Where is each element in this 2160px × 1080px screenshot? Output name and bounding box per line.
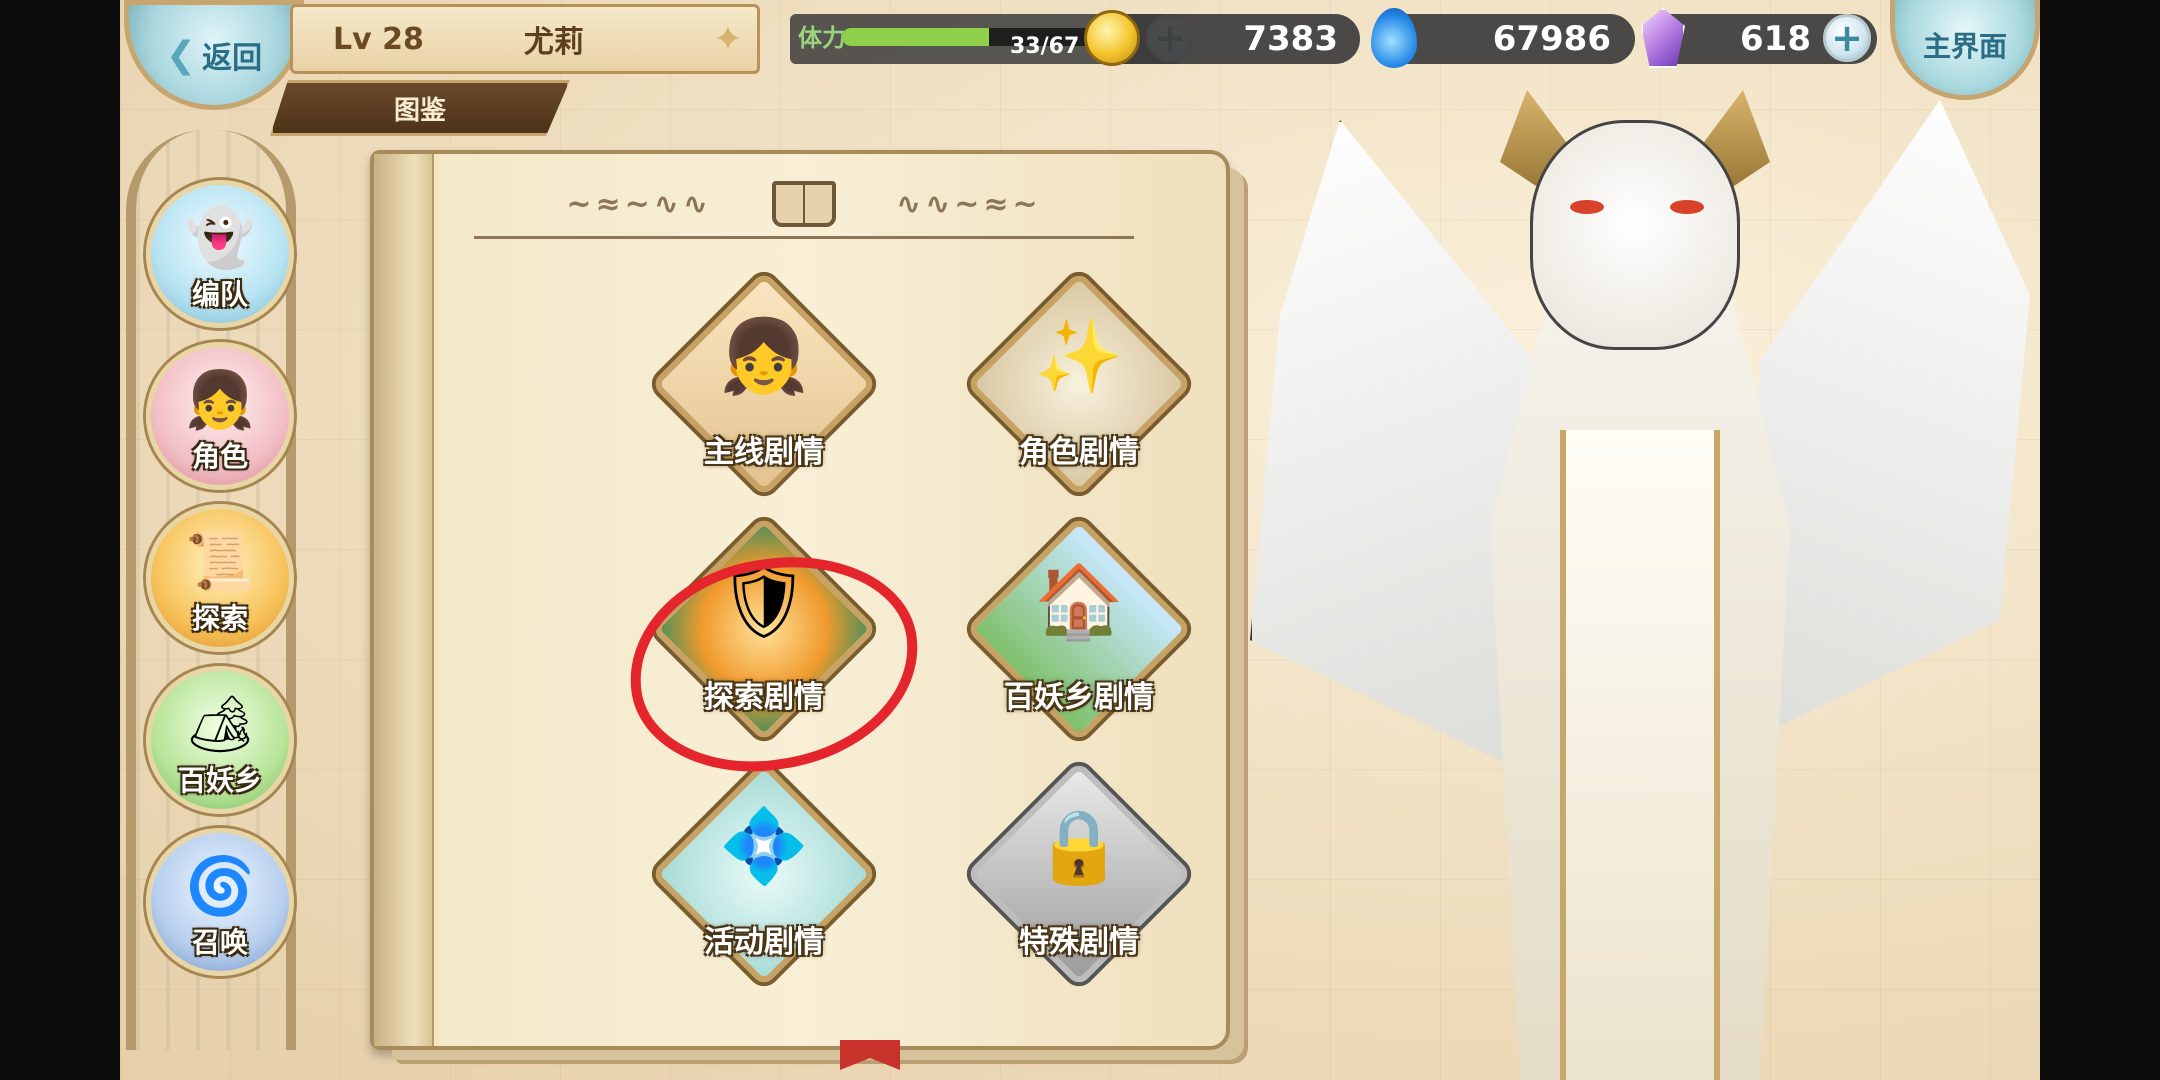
nav-explore-button[interactable]: 📜 探索 <box>146 504 294 652</box>
character-head <box>1530 120 1740 350</box>
nav-team-label: 编队 <box>191 278 248 311</box>
stamina-label: 体力 <box>798 24 846 52</box>
gold-counter: 7383 <box>1084 10 1360 66</box>
right-black-bar <box>2040 0 2160 1080</box>
top-bar: ❮ 返回 Lv 28 尤莉 ✦ 图鉴 体力 33/67 + 7383 67986 <box>120 0 2040 136</box>
special-story-icon: 🔒 <box>1034 804 1124 889</box>
book-ribbon <box>840 1040 900 1070</box>
back-arrow-icon: ❮ <box>165 34 197 76</box>
nav-character-button[interactable]: 👧 角色 <box>146 342 294 490</box>
back-label: 返回 <box>202 41 263 76</box>
book-spine <box>374 154 434 1046</box>
right-eye-marking <box>1670 200 1704 214</box>
special-story-button[interactable]: 🔒 特殊剧情 <box>964 759 1194 989</box>
gold-coin-icon <box>1084 10 1140 66</box>
left-flourish-icon: ~≈~∿∿ <box>566 186 712 222</box>
event-story-label: 活动剧情 <box>704 925 824 960</box>
star-ornament-icon: ✦ <box>712 19 743 60</box>
character-icon: 👧 <box>185 368 255 433</box>
character-illustration <box>1250 90 2030 1080</box>
character-apron <box>1560 430 1720 1080</box>
nav-summon-label: 召唤 <box>191 926 248 959</box>
village-story-button[interactable]: 🏠 百妖乡剧情 <box>964 514 1194 744</box>
village-icon: 🏕 <box>184 692 256 757</box>
village-story-label: 百妖乡剧情 <box>1004 680 1154 715</box>
story-book: ~≈~∿∿ ∿∿~≈~ 👧 主线剧情 ✨ 角色剧情 🛡 探索剧情 🏠 百妖乡剧情 <box>370 150 1230 1050</box>
player-name: 尤莉 <box>523 25 584 60</box>
home-button[interactable]: 主界面 <box>1890 0 2040 100</box>
stamina-value: 33/67 <box>1010 34 1080 59</box>
home-label: 主界面 <box>1922 30 2007 63</box>
nav-explore-label: 探索 <box>191 602 248 635</box>
main-story-button[interactable]: 👧 主线剧情 <box>649 269 879 499</box>
character-story-label: 角色剧情 <box>1019 435 1139 470</box>
character-story-button[interactable]: ✨ 角色剧情 <box>964 269 1194 499</box>
page-title-tab: 图鉴 <box>270 80 570 136</box>
gem-counter: 67986 <box>1371 8 1635 68</box>
event-story-icon: 💠 <box>719 804 809 889</box>
crystal-icon <box>1641 8 1685 68</box>
book-header: ~≈~∿∿ ∿∿~≈~ <box>474 174 1134 234</box>
nav-summon-button[interactable]: 🌀 召唤 <box>146 828 294 976</box>
stamina-fill <box>842 28 989 46</box>
character-story-icon: ✨ <box>1034 314 1124 399</box>
explore-icon: 📜 <box>185 530 255 595</box>
left-black-bar <box>0 0 120 1080</box>
nav-team-button[interactable]: 👻 编队 <box>146 180 294 328</box>
team-icon: 👻 <box>185 206 255 271</box>
right-flourish-icon: ∿∿~≈~ <box>896 186 1042 222</box>
add-crystal-button[interactable]: + <box>1823 14 1871 62</box>
back-button[interactable]: ❮ 返回 <box>124 0 304 110</box>
summon-icon: 🌀 <box>185 854 255 919</box>
nav-character-label: 角色 <box>191 440 248 473</box>
village-story-icon: 🏠 <box>1034 559 1124 644</box>
left-eye-marking <box>1570 200 1604 214</box>
main-story-icon: 👧 <box>719 314 809 399</box>
left-nav-cage: 👻 编队 👧 角色 📜 探索 🏕 百妖乡 🌀 召唤 <box>126 130 296 1050</box>
header-divider <box>474 236 1134 239</box>
crystal-value: 618 <box>1740 19 1811 59</box>
game-stage: ❮ 返回 Lv 28 尤莉 ✦ 图鉴 体力 33/67 + 7383 67986 <box>120 0 2040 1080</box>
open-book-icon <box>772 181 836 227</box>
main-story-label: 主线剧情 <box>704 435 824 470</box>
special-story-label: 特殊剧情 <box>1019 925 1139 960</box>
player-info-panel: Lv 28 尤莉 ✦ <box>290 4 760 74</box>
gold-value: 7383 <box>1243 19 1338 59</box>
nav-village-label: 百妖乡 <box>177 764 262 797</box>
nav-village-button[interactable]: 🏕 百妖乡 <box>146 666 294 814</box>
crystal-counter: 618 + <box>1641 8 1877 68</box>
event-story-button[interactable]: 💠 活动剧情 <box>649 759 879 989</box>
blue-gem-icon <box>1371 8 1417 68</box>
player-level: Lv 28 <box>333 21 424 57</box>
gem-value: 67986 <box>1492 19 1611 59</box>
